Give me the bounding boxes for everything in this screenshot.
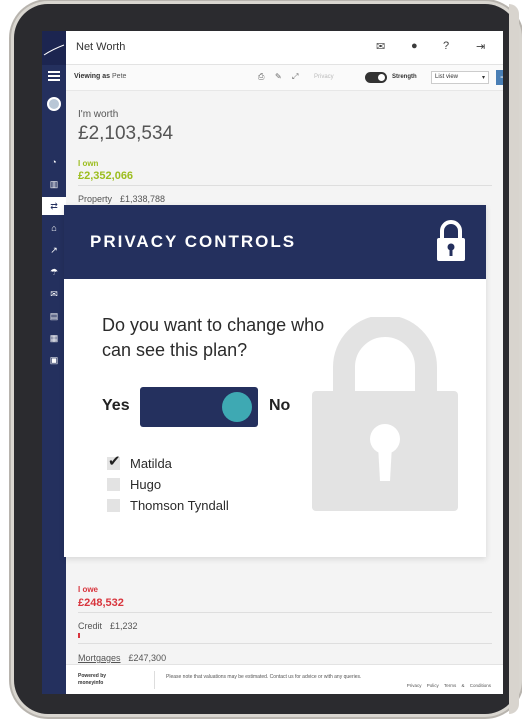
person-checkbox-row[interactable]: Matilda xyxy=(107,452,229,474)
person-name: Thomson Tyndall xyxy=(130,498,229,513)
viewing-user: Pete xyxy=(112,73,127,80)
avatar[interactable] xyxy=(47,97,61,111)
mail-icon[interactable]: ✉ xyxy=(42,285,66,303)
edit-icon[interactable]: ✎ xyxy=(275,72,282,81)
owe-label: I owe xyxy=(78,585,99,594)
privacy-toggle[interactable] xyxy=(365,72,387,83)
top-bar: Net Worth ✉ ● ? ⇥ xyxy=(66,31,503,65)
modal-header: PRIVACY CONTROLS xyxy=(64,205,486,279)
property-value: £1,338,788 xyxy=(120,194,166,204)
person-checkbox-row[interactable]: Thomson Tyndall xyxy=(107,495,229,516)
divider xyxy=(78,643,492,644)
padlock-illustration-icon xyxy=(312,315,458,518)
credit-bar xyxy=(78,633,80,638)
person-name: Hugo xyxy=(130,477,162,492)
umbrella-icon[interactable]: ☂ xyxy=(42,263,66,281)
bank-icon[interactable]: ▥ xyxy=(42,175,66,193)
document-icon[interactable]: ▤ xyxy=(42,307,66,325)
privacy-question: Do you want to change who can see this p… xyxy=(102,315,325,360)
view-select-value: List view xyxy=(435,74,459,80)
logo xyxy=(42,31,66,65)
transfer-icon[interactable]: ⇄ xyxy=(42,197,66,215)
mortgages-label: Mortgages xyxy=(78,653,121,663)
print-icon[interactable]: ⎙ xyxy=(258,72,264,82)
own-label: I own xyxy=(78,159,99,168)
person-name: Matilda xyxy=(130,456,172,471)
privacy-modal: PRIVACY CONTROLS Do you want to change w… xyxy=(64,205,486,557)
calendar-icon[interactable]: ▣ xyxy=(42,351,66,369)
dashboard-icon[interactable]: ◔ xyxy=(42,153,66,171)
checkbox-hugo[interactable] xyxy=(107,478,120,491)
divider xyxy=(78,612,492,613)
divider xyxy=(78,185,492,186)
credit-row[interactable]: Credit £1,232 xyxy=(78,621,138,631)
toolbar: Viewing as Pete ⎙ ✎ ⤢ Privacy Strength L… xyxy=(66,65,503,91)
credit-value: £1,232 xyxy=(110,621,138,631)
tablet-edge xyxy=(509,4,519,714)
footer: Powered by moneyinfo Please note that va… xyxy=(66,664,503,694)
property-label: Property xyxy=(78,194,113,204)
checkbox-thomson-tyndall[interactable] xyxy=(107,499,120,512)
worth-value: £2,103,534 xyxy=(78,123,174,144)
expand-icon[interactable]: ⤢ xyxy=(292,72,298,82)
owe-value: £248,532 xyxy=(78,597,124,609)
chevron-down-icon: ▾ xyxy=(481,75,485,81)
worth-label: I'm worth xyxy=(78,109,119,120)
person-checkbox-row[interactable]: Hugo xyxy=(107,474,229,495)
help-icon[interactable]: ? xyxy=(443,40,449,52)
modal-title: PRIVACY CONTROLS xyxy=(90,232,297,251)
strength-label: Strength xyxy=(392,74,417,80)
powered-by: Powered by moneyinfo xyxy=(78,673,106,687)
terms-link[interactable]: Terms & Conditions xyxy=(444,683,491,688)
property-row[interactable]: Property £1,338,788 xyxy=(78,194,165,204)
no-label: No xyxy=(269,397,291,414)
footer-divider xyxy=(154,671,155,689)
privacy-label: Privacy xyxy=(314,74,334,80)
user-icon[interactable]: ● xyxy=(411,40,418,52)
powered-line1: Powered by xyxy=(78,673,107,679)
credit-label: Credit xyxy=(78,621,103,631)
viewing-prefix: Viewing as xyxy=(74,73,111,80)
checkbox-matilda[interactable] xyxy=(107,452,121,470)
powered-line2: moneyinfo xyxy=(78,680,104,686)
footer-note: Please note that valuations may be estim… xyxy=(166,674,362,680)
home-icon[interactable]: ⌂ xyxy=(42,219,66,237)
view-select[interactable]: List view ▾ xyxy=(431,71,489,84)
privacy-yes-no-toggle[interactable] xyxy=(140,387,258,427)
envelope-icon[interactable]: ✉ xyxy=(376,40,385,53)
footer-links: Privacy Policy Terms & Conditions xyxy=(407,683,491,688)
yes-label: Yes xyxy=(102,397,130,414)
people-checklist: Matilda Hugo Thomson Tyndall xyxy=(107,452,229,516)
calculator-icon[interactable]: ▦ xyxy=(42,329,66,347)
sidebar: ◔ ▥ ⇄ ⌂ ↗ ☂ ✉ ▤ ▦ ▣ xyxy=(42,31,66,694)
page-title: Net Worth xyxy=(76,41,126,53)
toggle-knob[interactable] xyxy=(222,392,252,422)
viewing-as: Viewing as Pete xyxy=(74,73,126,80)
privacy-policy-link[interactable]: Privacy Policy xyxy=(407,683,439,688)
chart-icon[interactable]: ↗ xyxy=(42,241,66,259)
menu-icon[interactable] xyxy=(42,67,66,85)
logout-icon[interactable]: ⇥ xyxy=(476,40,485,53)
add-button[interactable]: + xyxy=(496,70,503,85)
mortgages-row[interactable]: Mortgages £247,300 xyxy=(78,653,166,663)
lock-icon xyxy=(434,219,468,268)
mortgages-value: £247,300 xyxy=(128,653,167,663)
own-value: £2,352,066 xyxy=(78,170,134,182)
